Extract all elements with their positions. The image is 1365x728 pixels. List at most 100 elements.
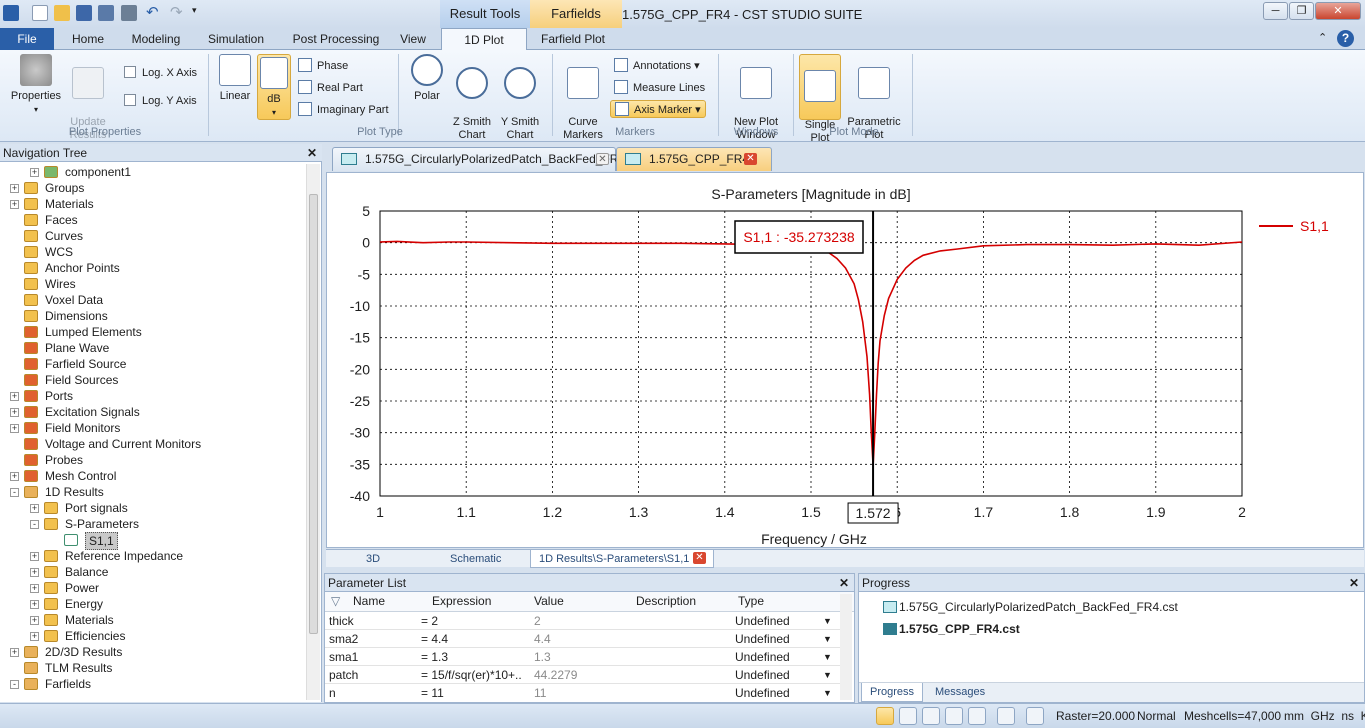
properties-button[interactable]: Properties ▾ <box>6 54 66 116</box>
tree-node[interactable]: + Balance <box>0 564 304 580</box>
progress-item[interactable]: 1.575G_CircularlyPolarizedPatch_BackFed_… <box>883 599 1178 615</box>
column-type[interactable]: Type <box>738 592 764 610</box>
db-button[interactable]: dB ▾ <box>257 54 291 120</box>
tab-simulation[interactable]: Simulation <box>198 28 274 50</box>
log-x-axis-checkbox[interactable]: Log. X Axis <box>124 64 197 82</box>
expand-icon[interactable]: + <box>10 200 19 209</box>
tree-node[interactable]: Anchor Points <box>0 260 304 276</box>
rotate-icon[interactable] <box>922 707 940 725</box>
expand-icon[interactable]: + <box>10 472 19 481</box>
tree-node[interactable]: + Ports <box>0 388 304 404</box>
redo-icon[interactable]: ↷ <box>170 3 183 21</box>
parameter-value-cell[interactable]: 4.4 <box>534 630 634 648</box>
expand-icon[interactable]: + <box>30 584 39 593</box>
maximize-button[interactable]: ❐ <box>1289 2 1314 20</box>
help-icon[interactable]: ? <box>1337 30 1354 47</box>
tree-node[interactable]: Voltage and Current Monitors <box>0 436 304 452</box>
tree-node[interactable]: + component1 <box>0 164 304 180</box>
context-tab-result-tools[interactable]: Result Tools <box>440 0 530 28</box>
collapse-icon[interactable]: - <box>10 680 19 689</box>
undo-icon[interactable]: ↶ <box>146 3 159 21</box>
collapse-icon[interactable]: - <box>10 488 19 497</box>
tree-node[interactable]: + Reference Impedance <box>0 548 304 564</box>
axis-marker-button[interactable]: Axis Marker ▾ <box>610 100 706 118</box>
real-part-button[interactable]: Real Part <box>298 79 363 97</box>
tree-node[interactable]: + Materials <box>0 196 304 212</box>
tree-node[interactable]: Lumped Elements <box>0 324 304 340</box>
doc-tab-backfed[interactable]: 1.575G_CircularlyPolarizedPatch_BackFed_… <box>332 147 625 171</box>
parameter-type-cell[interactable]: Undefined <box>735 630 825 648</box>
new-file-icon[interactable] <box>32 5 48 21</box>
phase-button[interactable]: Phase <box>298 57 348 75</box>
linear-button[interactable]: Linear <box>216 54 254 103</box>
log-y-axis-checkbox[interactable]: Log. Y Axis <box>124 92 197 110</box>
expand-icon[interactable]: + <box>10 648 19 657</box>
open-folder-icon[interactable] <box>54 5 70 21</box>
tree-node[interactable]: Curves <box>0 228 304 244</box>
parameter-type-cell[interactable]: Undefined <box>735 648 825 666</box>
expand-icon[interactable]: + <box>10 184 19 193</box>
tab-progress[interactable]: Progress <box>861 683 924 702</box>
tree-node[interactable]: - Farfields <box>0 676 304 692</box>
parameter-row[interactable]: patch = 15/f/sqr(er)*10+... 44.2279 Undefin… <box>325 666 840 684</box>
expand-icon[interactable]: + <box>30 616 39 625</box>
tree-node[interactable]: - S-Parameters <box>0 516 304 532</box>
expand-icon[interactable]: + <box>10 424 19 433</box>
tab-home[interactable]: Home <box>62 28 114 50</box>
tree-node[interactable]: Faces <box>0 212 304 228</box>
tree-node[interactable]: S1,1 <box>0 532 304 550</box>
tree-node[interactable]: Dimensions <box>0 308 304 324</box>
s-parameter-chart[interactable]: S-Parameters [Magnitude in dB] 1 1.1 1.2 1.3… <box>327 173 1363 547</box>
zoom-icon[interactable] <box>945 707 963 725</box>
expand-icon[interactable]: + <box>30 568 39 577</box>
tree-node[interactable]: + Port signals <box>0 500 304 516</box>
tree-node[interactable]: + Efficiencies <box>0 628 304 644</box>
close-panel-icon[interactable]: ✕ <box>839 574 849 592</box>
expand-icon[interactable]: + <box>30 168 39 177</box>
minimize-button[interactable]: ─ <box>1263 2 1288 20</box>
tree-node[interactable]: + Excitation Signals <box>0 404 304 420</box>
view-tab-schematic[interactable]: Schematic <box>450 550 501 568</box>
tree-node[interactable]: + Groups <box>0 180 304 196</box>
save-icon[interactable] <box>76 5 92 21</box>
parameter-type-cell[interactable]: Undefined <box>735 684 825 700</box>
context-tab-farfields[interactable]: Farfields <box>530 0 622 28</box>
close-tab-icon[interactable]: ✕ <box>693 552 706 564</box>
save-all-icon[interactable] <box>98 5 114 21</box>
progress-item[interactable]: 1.575G_CPP_FR4.cst <box>883 621 1020 637</box>
parameter-expression-cell[interactable]: = 1.3 <box>421 648 521 666</box>
scrollbar-thumb[interactable] <box>309 194 318 634</box>
expand-icon[interactable]: + <box>10 392 19 401</box>
type-dropdown-icon[interactable]: ▼ <box>823 630 832 648</box>
parameter-expression-cell[interactable]: = 2 <box>421 612 521 630</box>
tree-node[interactable]: WCS <box>0 244 304 260</box>
select-icon[interactable] <box>876 707 894 725</box>
tree-node[interactable]: + Mesh Control <box>0 468 304 484</box>
tab-file[interactable]: File <box>0 28 54 50</box>
tree-node[interactable]: + Materials <box>0 612 304 628</box>
tree-node[interactable]: Probes <box>0 452 304 468</box>
pan-icon[interactable] <box>899 707 917 725</box>
close-window-button[interactable]: ✕ <box>1315 2 1361 20</box>
polar-button[interactable]: Polar <box>408 54 446 103</box>
parameter-row[interactable]: sma2 = 4.4 4.4 Undefined ▼ <box>325 630 840 648</box>
tree-node[interactable]: + Energy <box>0 596 304 612</box>
expand-icon[interactable]: + <box>30 552 39 561</box>
type-dropdown-icon[interactable]: ▼ <box>823 684 832 700</box>
tree-node[interactable]: Wires <box>0 276 304 292</box>
parameter-value-cell[interactable]: 44.2279 <box>534 666 634 684</box>
tab-modeling[interactable]: Modeling <box>122 28 190 50</box>
qat-menu-icon[interactable]: ▾ <box>192 5 197 16</box>
column-value[interactable]: Value <box>534 592 564 610</box>
parameter-expression-cell[interactable]: = 4.4 <box>421 630 521 648</box>
view-tab-1d-results[interactable]: 1D Results\S-Parameters\S1,1 ✕ <box>530 550 714 568</box>
filter-icon[interactable]: ▽ <box>331 592 340 610</box>
tree-node[interactable]: Plane Wave <box>0 340 304 356</box>
parameter-expression-cell[interactable]: = 15/f/sqr(er)*10+... <box>421 666 521 684</box>
parameter-row[interactable]: sma1 = 1.3 1.3 Undefined ▼ <box>325 648 840 666</box>
parameter-scrollbar[interactable] <box>840 594 852 700</box>
tree-node[interactable]: Farfield Source <box>0 356 304 372</box>
parameter-value-cell[interactable]: 11 <box>534 684 634 700</box>
close-tab-icon[interactable]: ✕ <box>596 153 609 165</box>
type-dropdown-icon[interactable]: ▼ <box>823 648 832 666</box>
